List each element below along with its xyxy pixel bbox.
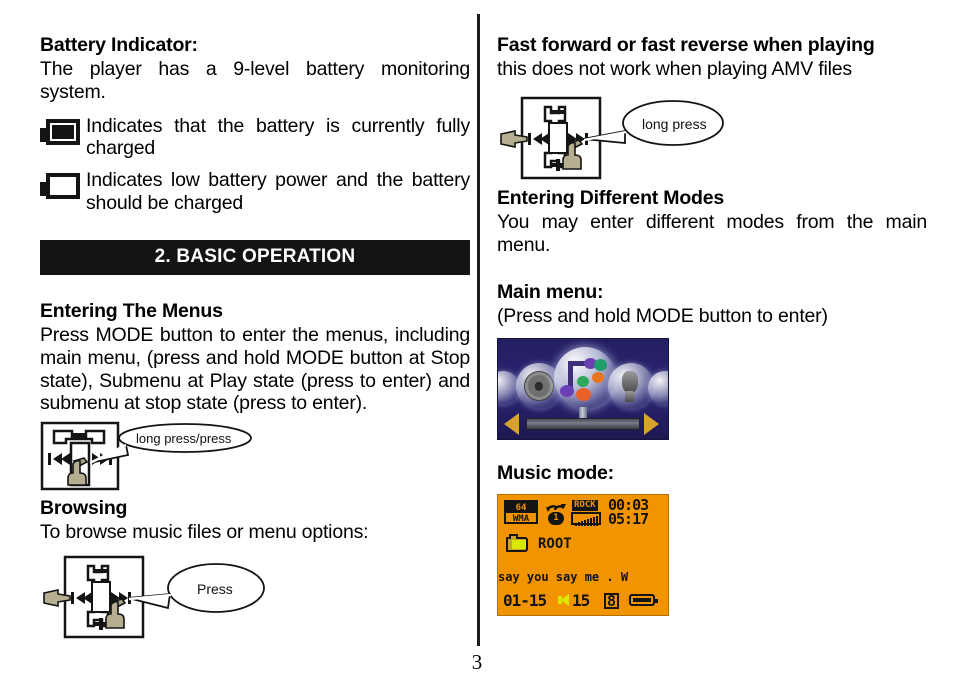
format-value: WMA [512,514,530,525]
fast-forward-illustration [500,96,724,180]
repeat-mode-icon [545,499,567,513]
entering-menus-heading: Entering The Menus [40,299,223,322]
fast-forward-heading: Fast forward or fast reverse when playin… [497,34,875,56]
right-arrow-icon[interactable] [644,413,659,436]
page-number: 3 [471,650,483,674]
eq-mode-label: ROCK [572,500,598,512]
right-column: Fast forward or fast reverse when playin… [497,0,927,617]
section-banner: 2. BASIC OPERATION [40,239,470,275]
left-column: Battery Indicator: The player has a 9-le… [40,0,470,644]
track-title: say you say me . W [498,570,629,585]
main-menu-lcd [497,338,669,441]
music-mode-heading: Music mode: [497,462,614,485]
battery-empty-description: Indicates low battery power and the batt… [86,169,470,215]
music-note-icon [554,347,616,410]
track-index: 01-15 [503,591,547,611]
fast-forward-diagram-callout: long press [642,115,707,132]
speaker-body-icon [558,596,562,605]
browsing-body: To browse music files or menu options: [40,521,369,544]
bitrate-value: 64 [506,502,536,514]
entering-modes-heading: Entering Different Modes [497,186,725,209]
menu-scrollbar[interactable] [526,418,640,431]
bitrate-format-badge: 64 WMA [504,500,538,525]
browse-diagram-callout: Press [197,580,233,597]
battery-indicator-intro: The player has a 9-level battery monitor… [40,58,470,103]
column-divider [477,14,480,646]
battery-full-row: Indicates that the battery is currently … [40,115,470,161]
battery-empty-icon [40,169,86,200]
main-menu-heading: Main menu: [497,281,604,304]
speaker-icon [561,594,569,607]
eq-icon: 8 [604,593,620,610]
folder-icon [506,534,528,553]
music-mode-lcd: 64 WMA 1 ROCK 00:03 05:17 ROOT say you s… [497,494,669,617]
battery-full-icon [629,594,658,607]
battery-full-icon [40,115,86,145]
repeat-count-value: 1 [550,514,562,524]
folder-name: ROOT [538,536,572,553]
browse-button-diagram: Press [40,552,270,644]
mode-diagram-callout: long press/press [136,431,232,447]
total-time: 05:17 [608,510,649,529]
manual-page: Battery Indicator: The player has a 9-le… [0,0,954,694]
entering-menus-body: Press MODE button to enter the menus, in… [40,323,470,415]
recorder-icon [648,371,668,406]
volume-level-meter [571,512,601,527]
mode-button-diagram: long press/press [40,421,255,491]
fast-forward-body: this does not work when playing AMV file… [497,58,852,80]
browse-button-illustration [43,555,265,639]
main-menu-body: (Press and hold MODE button to enter) [497,305,828,328]
battery-empty-row: Indicates low battery power and the batt… [40,169,470,215]
entering-modes-body: You may enter different modes from the m… [497,210,927,256]
browsing-heading: Browsing [40,497,128,520]
battery-full-description: Indicates that the battery is currently … [86,114,470,160]
fast-forward-button-diagram: long press [497,93,727,185]
battery-indicator-heading: Battery Indicator: [40,34,198,56]
repeat-count-badge: 1 [548,512,564,526]
volume-value: 15 [572,591,590,611]
left-arrow-icon[interactable] [504,413,519,436]
